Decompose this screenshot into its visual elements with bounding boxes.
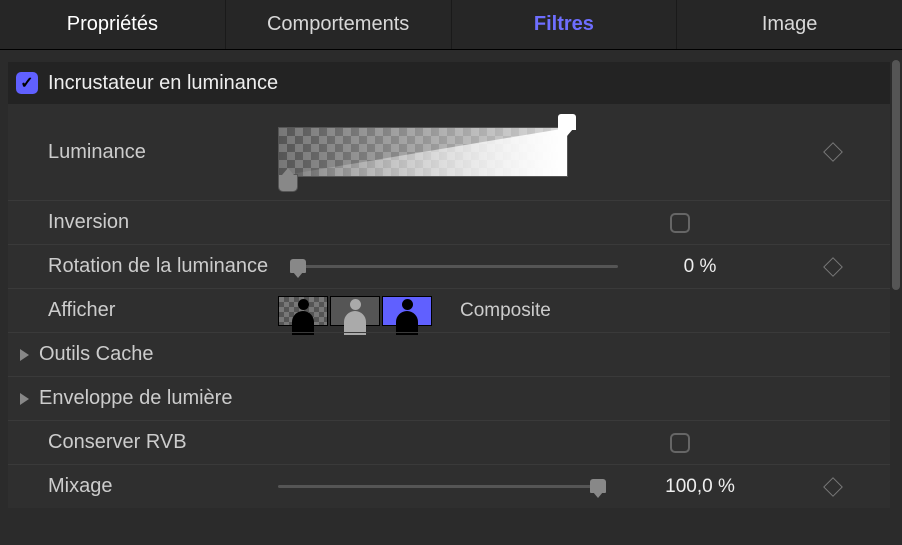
tab-behaviors[interactable]: Comportements bbox=[226, 0, 452, 49]
tab-properties[interactable]: Propriétés bbox=[0, 0, 226, 49]
view-mode-buttons bbox=[278, 296, 432, 326]
inspector-tabs: Propriétés Comportements Filtres Image bbox=[0, 0, 902, 50]
row-mix: Mixage 100,0 % bbox=[8, 464, 890, 508]
tab-image[interactable]: Image bbox=[677, 0, 902, 49]
tab-filters[interactable]: Filtres bbox=[452, 0, 678, 49]
slider-thumb[interactable] bbox=[590, 479, 606, 493]
view-mode-matte[interactable] bbox=[330, 296, 380, 326]
view-mode-composite[interactable] bbox=[382, 296, 432, 326]
mix-slider[interactable] bbox=[278, 485, 598, 488]
slider-thumb[interactable] bbox=[290, 259, 306, 273]
label-luminance: Luminance bbox=[48, 141, 278, 164]
label-invert: Inversion bbox=[48, 211, 278, 234]
filters-body: ✓ Incrustateur en luminance Luminance bbox=[0, 50, 902, 545]
invert-checkbox[interactable] bbox=[670, 213, 690, 233]
row-matte-tools[interactable]: Outils Cache bbox=[8, 332, 890, 376]
check-icon: ✓ bbox=[20, 73, 33, 93]
mix-value[interactable]: 100,0 % bbox=[650, 476, 750, 498]
filter-enable-checkbox[interactable]: ✓ bbox=[16, 72, 38, 94]
row-invert: Inversion bbox=[8, 200, 890, 244]
luminance-handle-bottom[interactable] bbox=[278, 174, 298, 192]
label-mix: Mixage bbox=[48, 475, 278, 498]
luma-rolloff-value[interactable]: 0 % bbox=[650, 256, 750, 278]
label-light-wrap: Enveloppe de lumière bbox=[39, 387, 269, 410]
row-luma-rolloff: Rotation de la luminance 0 % bbox=[8, 244, 890, 288]
disclosure-triangle-icon bbox=[20, 393, 29, 405]
filter-section-header: ✓ Incrustateur en luminance bbox=[8, 62, 890, 104]
parameter-rows: Luminance Inversion Rotation d bbox=[8, 104, 890, 508]
disclosure-triangle-icon bbox=[20, 349, 29, 361]
view-value[interactable]: Composite bbox=[460, 300, 551, 322]
luma-rolloff-slider[interactable] bbox=[298, 265, 618, 268]
row-luminance: Luminance bbox=[8, 104, 890, 200]
row-preserve-rgb: Conserver RVB bbox=[8, 420, 890, 464]
filter-title: Incrustateur en luminance bbox=[48, 72, 278, 95]
row-view: Afficher Composite bbox=[8, 288, 890, 332]
preserve-rgb-checkbox[interactable] bbox=[670, 433, 690, 453]
keyframe-diamond-icon[interactable] bbox=[823, 257, 843, 277]
view-mode-source[interactable] bbox=[278, 296, 328, 326]
label-luma-rolloff: Rotation de la luminance bbox=[48, 255, 298, 278]
luminance-gradient[interactable] bbox=[278, 127, 568, 177]
luminance-handle-top[interactable] bbox=[558, 114, 576, 130]
scrollbar[interactable] bbox=[892, 60, 900, 290]
keyframe-diamond-icon[interactable] bbox=[823, 477, 843, 497]
label-preserve-rgb: Conserver RVB bbox=[48, 431, 278, 454]
label-matte-tools: Outils Cache bbox=[39, 343, 269, 366]
label-view: Afficher bbox=[48, 299, 278, 322]
row-light-wrap[interactable]: Enveloppe de lumière bbox=[8, 376, 890, 420]
